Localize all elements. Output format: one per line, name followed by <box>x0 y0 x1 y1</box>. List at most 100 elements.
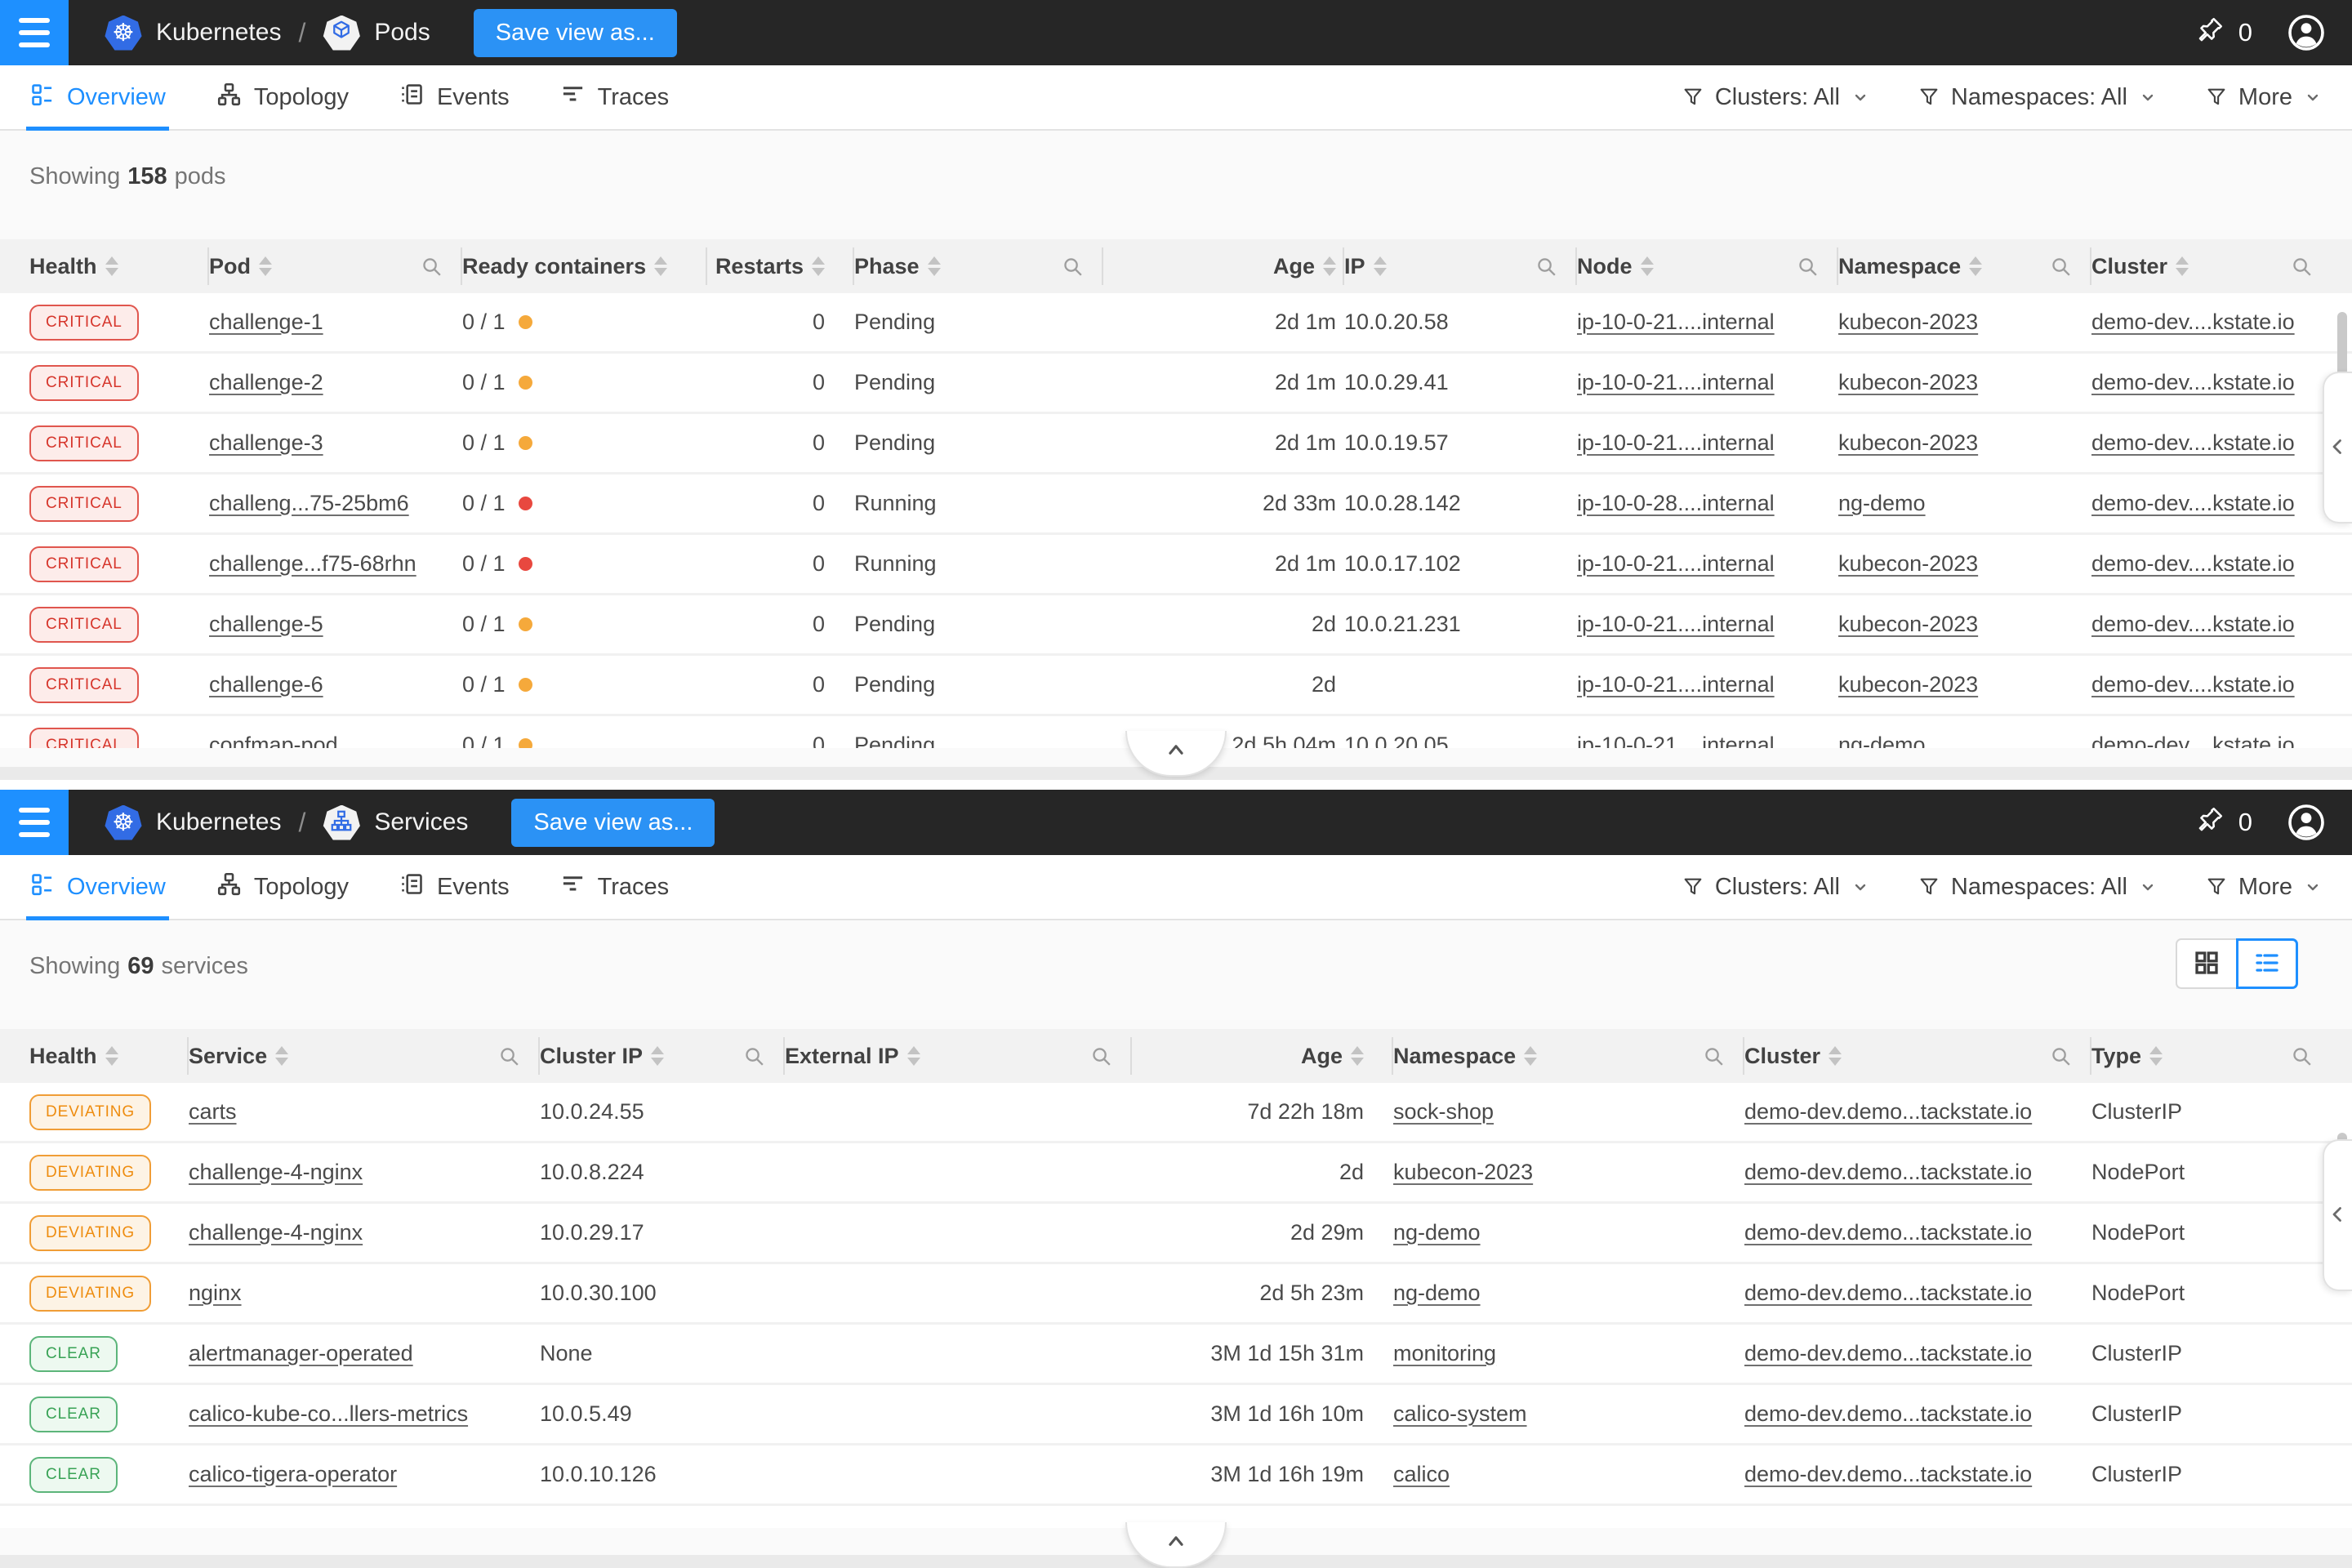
namespace-link[interactable]: ng-demo <box>1838 491 1926 516</box>
sort-icon[interactable] <box>1641 256 1654 276</box>
namespaces-filter[interactable]: Namespaces: All <box>1918 84 2158 111</box>
search-icon[interactable] <box>742 1044 767 1069</box>
cluster-link[interactable]: demo-dev.demo...tackstate.io <box>1744 1220 2032 1245</box>
namespace-link[interactable]: ng-demo <box>1393 1281 1481 1306</box>
sort-icon[interactable] <box>651 1046 664 1066</box>
column-header-service[interactable]: Service <box>189 1037 540 1075</box>
cluster-link[interactable]: demo-dev....kstate.io <box>2091 491 2295 516</box>
tab-events[interactable]: Events <box>399 65 510 129</box>
sort-icon[interactable] <box>907 1046 920 1066</box>
cluster-link[interactable]: demo-dev....kstate.io <box>2091 551 2295 577</box>
node-link[interactable]: ip-10-0-21....internal <box>1577 672 1775 697</box>
menu-button[interactable] <box>0 0 69 65</box>
service-link[interactable]: nginx <box>189 1281 242 1306</box>
tab-traces[interactable]: Traces <box>560 855 670 919</box>
pod-link[interactable]: challenge...f75-68rhn <box>209 551 416 577</box>
column-header-phase[interactable]: Phase <box>854 247 1103 285</box>
search-icon[interactable] <box>419 254 444 279</box>
pod-link[interactable]: challenge-6 <box>209 672 323 697</box>
pod-link[interactable]: challenge-5 <box>209 612 323 637</box>
namespace-link[interactable]: kubecon-2023 <box>1838 551 1978 577</box>
clusters-filter[interactable]: Clusters: All <box>1682 84 1870 111</box>
namespace-link[interactable]: calico-system <box>1393 1401 1527 1427</box>
sort-icon[interactable] <box>1969 256 1982 276</box>
node-link[interactable]: ip-10-0-21....internal <box>1577 310 1775 335</box>
cluster-link[interactable]: demo-dev.demo...tackstate.io <box>1744 1099 2032 1125</box>
search-icon[interactable] <box>1534 254 1559 279</box>
tab-topology[interactable]: Topology <box>216 65 349 129</box>
namespace-link[interactable]: ng-demo <box>1838 733 1926 748</box>
cluster-link[interactable]: demo-dev....kstate.io <box>2091 370 2295 395</box>
cluster-link[interactable]: demo-dev.demo...tackstate.io <box>1744 1401 2032 1427</box>
pod-link[interactable]: challenge-1 <box>209 310 323 335</box>
namespace-link[interactable]: kubecon-2023 <box>1838 370 1978 395</box>
cluster-link[interactable]: demo-dev.demo...tackstate.io <box>1744 1462 2032 1487</box>
service-link[interactable]: challenge-4-nginx <box>189 1160 363 1185</box>
pod-link[interactable]: confmap-pod <box>209 733 338 748</box>
pod-link[interactable]: challenge-2 <box>209 370 323 395</box>
sort-icon[interactable] <box>928 256 941 276</box>
search-icon[interactable] <box>1701 1044 1726 1069</box>
sort-icon[interactable] <box>1374 256 1387 276</box>
sort-icon[interactable] <box>1524 1046 1537 1066</box>
node-link[interactable]: ip-10-0-21....internal <box>1577 370 1775 395</box>
save-view-button[interactable]: Save view as... <box>474 9 677 57</box>
namespace-link[interactable]: kubecon-2023 <box>1838 672 1978 697</box>
menu-button[interactable] <box>0 790 69 855</box>
user-avatar-button[interactable] <box>2287 803 2326 842</box>
cluster-link[interactable]: demo-dev....kstate.io <box>2091 430 2295 456</box>
breadcrumb-view[interactable]: Services <box>374 808 468 836</box>
user-avatar-button[interactable] <box>2287 13 2326 52</box>
service-link[interactable]: carts <box>189 1099 237 1125</box>
sort-icon[interactable] <box>275 1046 288 1066</box>
tab-overview[interactable]: Overview <box>29 855 166 919</box>
sort-icon[interactable] <box>1829 1046 1842 1066</box>
service-link[interactable]: challenge-4-nginx <box>189 1220 363 1245</box>
sort-icon[interactable] <box>259 256 272 276</box>
namespace-link[interactable]: ng-demo <box>1393 1220 1481 1245</box>
column-header-ip[interactable]: IP <box>1344 247 1577 285</box>
tab-events[interactable]: Events <box>399 855 510 919</box>
sort-icon[interactable] <box>812 256 825 276</box>
cluster-link[interactable]: demo-dev....kstate.io <box>2091 612 2295 637</box>
node-link[interactable]: ip-10-0-21....internal <box>1577 733 1775 748</box>
tab-traces[interactable]: Traces <box>560 65 670 129</box>
column-header-health[interactable]: Health <box>29 247 209 285</box>
pod-link[interactable]: challeng...75-25bm6 <box>209 491 409 516</box>
clusters-filter[interactable]: Clusters: All <box>1682 874 1870 901</box>
namespace-link[interactable]: kubecon-2023 <box>1838 310 1978 335</box>
search-icon[interactable] <box>2289 254 2314 279</box>
sort-icon[interactable] <box>2176 256 2189 276</box>
sort-icon[interactable] <box>105 1046 118 1066</box>
search-icon[interactable] <box>2048 1044 2074 1069</box>
service-link[interactable]: calico-tigera-operator <box>189 1462 397 1487</box>
sort-icon[interactable] <box>1323 256 1336 276</box>
column-header-external_ip[interactable]: External IP <box>785 1037 1132 1075</box>
node-link[interactable]: ip-10-0-21....internal <box>1577 612 1775 637</box>
breadcrumb-view[interactable]: Pods <box>374 19 430 47</box>
namespace-link[interactable]: calico <box>1393 1462 1450 1487</box>
grid-view-button[interactable] <box>2176 938 2238 989</box>
column-header-cluster[interactable]: Cluster <box>2091 247 2332 285</box>
sort-icon[interactable] <box>2149 1046 2163 1066</box>
more-filter[interactable]: More <box>2205 874 2323 901</box>
namespaces-filter[interactable]: Namespaces: All <box>1918 874 2158 901</box>
search-icon[interactable] <box>1795 254 1820 279</box>
search-icon[interactable] <box>2289 1044 2314 1069</box>
right-panel-toggle[interactable] <box>2323 1139 2352 1291</box>
search-icon[interactable] <box>1060 254 1085 279</box>
column-header-pod[interactable]: Pod <box>209 247 462 285</box>
breadcrumb-app[interactable]: Kubernetes <box>156 19 281 47</box>
node-link[interactable]: ip-10-0-28....internal <box>1577 491 1775 516</box>
sort-icon[interactable] <box>1351 1046 1364 1066</box>
tab-topology[interactable]: Topology <box>216 855 349 919</box>
pin-button[interactable]: 0 <box>2196 15 2252 51</box>
pod-link[interactable]: challenge-3 <box>209 430 323 456</box>
column-header-ready[interactable]: Ready containers <box>462 247 707 285</box>
column-header-age[interactable]: Age <box>1103 247 1344 285</box>
service-link[interactable]: alertmanager-operated <box>189 1341 413 1366</box>
namespace-link[interactable]: monitoring <box>1393 1341 1496 1366</box>
column-header-namespace[interactable]: Namespace <box>1838 247 2091 285</box>
node-link[interactable]: ip-10-0-21....internal <box>1577 430 1775 456</box>
more-filter[interactable]: More <box>2205 84 2323 111</box>
